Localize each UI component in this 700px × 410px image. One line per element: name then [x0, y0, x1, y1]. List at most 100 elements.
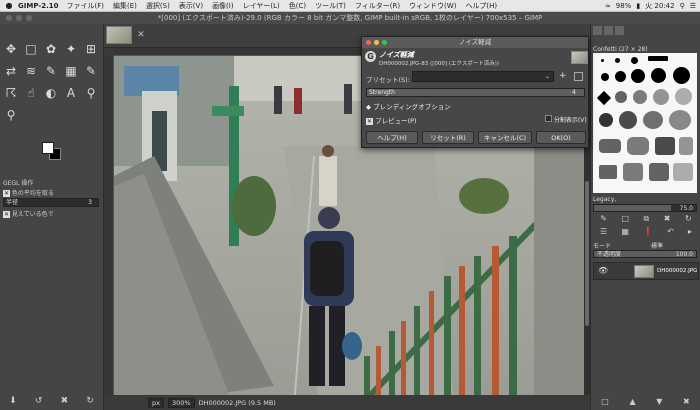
- strength-slider[interactable]: Strength 4: [366, 88, 585, 97]
- new-brush-icon[interactable]: □: [621, 214, 629, 224]
- menu-layer[interactable]: レイヤー(L): [243, 1, 280, 11]
- mode-value[interactable]: 標準: [651, 241, 663, 250]
- spacing-fill: [594, 205, 671, 211]
- status-bar: px 300% DH000002.JPG (9.5 MB): [104, 395, 590, 410]
- close-button[interactable]: [6, 15, 12, 21]
- close-tab-icon[interactable]: ✕: [136, 30, 146, 40]
- unit-select[interactable]: px: [148, 397, 164, 408]
- menu-filters[interactable]: フィルター(R): [355, 1, 400, 11]
- radius-value: 3: [88, 199, 92, 206]
- vertical-ruler[interactable]: [104, 56, 114, 406]
- transform-icon[interactable]: ⇄: [2, 62, 20, 80]
- preset-select[interactable]: ⌄: [412, 71, 554, 82]
- zoom-icon[interactable]: ⚲: [2, 106, 20, 124]
- ok-button[interactable]: OK(O): [536, 131, 586, 144]
- zoom-select[interactable]: 300%: [167, 397, 195, 408]
- menu-color[interactable]: 色(C): [289, 1, 306, 11]
- rect-select-icon[interactable]: □: [22, 40, 40, 58]
- undo-tab-icon[interactable]: ↶: [667, 227, 674, 237]
- menu-select[interactable]: 選択(S): [146, 1, 170, 11]
- battery-icon[interactable]: ▮: [636, 2, 640, 10]
- raise-layer-icon[interactable]: ▲: [629, 397, 635, 406]
- clock[interactable]: 火 20:42: [645, 1, 674, 11]
- layer-name[interactable]: DH000002.JPG: [657, 268, 697, 274]
- blending-options-expander[interactable]: ◆ ブレンディングオプション: [366, 101, 451, 111]
- layer-thumbnail: [634, 265, 654, 278]
- save-options-icon[interactable]: ⬇: [9, 396, 17, 406]
- spacing-slider[interactable]: 75.0: [593, 204, 697, 212]
- menu-view[interactable]: 表示(V): [179, 1, 203, 11]
- layers-tab-icon[interactable]: ☰: [600, 227, 607, 237]
- lower-layer-icon[interactable]: ▼: [656, 397, 662, 406]
- split-view-checkbox[interactable]: 分割表示(V): [545, 115, 587, 124]
- restore-icon[interactable]: ↺: [35, 396, 43, 406]
- preview-checkbox[interactable]: ✕ プレビュー(P): [366, 115, 417, 125]
- menu-help[interactable]: ヘルプ(H): [465, 1, 497, 11]
- preset-menu-icon[interactable]: [574, 72, 583, 81]
- clone-icon[interactable]: ☈: [2, 84, 20, 102]
- refresh-brush-icon[interactable]: ↻: [685, 214, 692, 224]
- apple-icon[interactable]: ●: [0, 1, 18, 10]
- dialog-zoom-button[interactable]: [382, 40, 387, 45]
- gradient-icon[interactable]: ▦: [62, 62, 80, 80]
- paths-tab-icon[interactable]: ❗: [643, 227, 653, 237]
- checkbox-icon[interactable]: ✕: [3, 211, 10, 218]
- add-preset-icon[interactable]: +: [559, 71, 567, 82]
- warp-icon[interactable]: ≋: [22, 62, 40, 80]
- dodge-icon[interactable]: ◐: [42, 84, 60, 102]
- scroll-thumb[interactable]: [585, 181, 589, 326]
- option-average-color[interactable]: ✕ 色の平均を取る: [3, 188, 54, 197]
- color-picker-icon[interactable]: ⚲: [82, 84, 100, 102]
- menu-edit[interactable]: 編集(E): [113, 1, 137, 11]
- checkbox-icon[interactable]: ✕: [3, 190, 10, 197]
- help-button[interactable]: ヘルプ(H): [366, 131, 418, 144]
- wifi-icon[interactable]: ≈: [605, 2, 611, 10]
- dialog-minimize-button[interactable]: [374, 40, 379, 45]
- opacity-value: 100.0: [675, 251, 693, 258]
- notification-icon[interactable]: ☰: [690, 2, 696, 10]
- new-layer-icon[interactable]: □: [601, 397, 609, 406]
- checkbox-empty-icon[interactable]: [545, 115, 552, 122]
- cancel-button[interactable]: キャンセル(C): [478, 131, 532, 144]
- radius-field[interactable]: 半径 3: [3, 198, 99, 207]
- delete-layer-icon[interactable]: ✖: [683, 397, 690, 406]
- lasso-icon[interactable]: ✿: [42, 40, 60, 58]
- search-icon[interactable]: ⚲: [680, 2, 685, 10]
- channels-tab-icon[interactable]: ▦: [621, 227, 629, 237]
- option-visible-color[interactable]: ✕ 見えている色で: [3, 209, 54, 218]
- dialog-close-button[interactable]: [366, 40, 371, 45]
- delete-brush-icon[interactable]: ✖: [664, 214, 671, 224]
- opacity-slider[interactable]: 不透明度 100.0: [593, 250, 697, 258]
- eraser-icon[interactable]: ✎: [82, 62, 100, 80]
- foreground-color-swatch[interactable]: [42, 142, 54, 154]
- menu-image[interactable]: 画像(I): [212, 1, 234, 11]
- fuzzy-select-icon[interactable]: ✦: [62, 40, 80, 58]
- brush-grid[interactable]: [593, 53, 697, 193]
- edit-brush-icon[interactable]: ✎: [600, 214, 607, 224]
- mode-row[interactable]: モード 標準: [593, 241, 699, 250]
- dialog-titlebar[interactable]: ノイズ軽減: [362, 37, 588, 48]
- minimize-button[interactable]: [16, 15, 22, 21]
- fonts-tab-icon[interactable]: [615, 26, 624, 35]
- brushes-tab-icon[interactable]: [593, 26, 602, 35]
- reset-button[interactable]: リセット(R): [422, 131, 474, 144]
- app-name[interactable]: GIMP-2.10: [18, 2, 59, 10]
- zoom-button[interactable]: [26, 15, 32, 21]
- checkbox-icon[interactable]: ✕: [366, 118, 373, 125]
- move-tool-icon[interactable]: ✥: [2, 40, 20, 58]
- dock-menu-icon[interactable]: ▸: [688, 227, 692, 237]
- duplicate-brush-icon[interactable]: ⧉: [644, 214, 650, 224]
- menu-windows[interactable]: ウィンドウ(W): [409, 1, 456, 11]
- text-tool-icon[interactable]: A: [62, 84, 80, 102]
- menu-file[interactable]: ファイル(F): [67, 1, 105, 11]
- delete-icon[interactable]: ✖: [61, 396, 69, 406]
- reset-icon[interactable]: ↻: [86, 396, 94, 406]
- layer-item[interactable]: 👁 DH000002.JPG: [593, 262, 699, 280]
- image-tab-thumbnail[interactable]: [106, 26, 132, 44]
- crop-icon[interactable]: ⊞: [82, 40, 100, 58]
- menu-tools[interactable]: ツール(T): [315, 1, 346, 11]
- paths-icon[interactable]: ✎: [42, 62, 60, 80]
- visibility-eye-icon[interactable]: 👁: [598, 266, 608, 275]
- patterns-tab-icon[interactable]: [604, 26, 613, 35]
- smudge-icon[interactable]: ☝: [22, 84, 40, 102]
